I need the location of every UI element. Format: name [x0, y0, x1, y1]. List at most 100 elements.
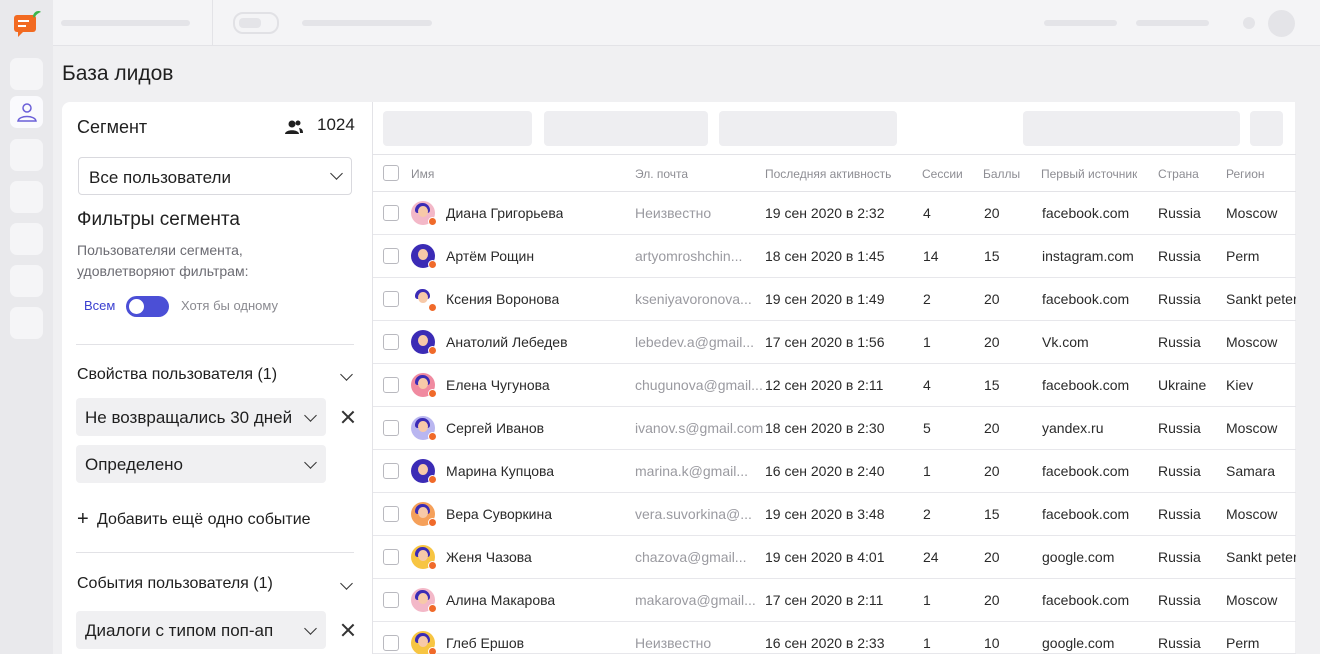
column-header[interactable]: Страна	[1158, 167, 1199, 181]
table-row[interactable]: Анатолий Лебедев lebedev.a@gmail... 17 сен…	[373, 321, 1296, 364]
rail-item-6[interactable]	[10, 265, 43, 297]
toggle-label-any[interactable]: Хотя бы одному	[181, 298, 278, 313]
add-event-button[interactable]: + Добавить ещё одно событие	[77, 508, 311, 531]
cell-name: Анатолий Лебедев	[446, 334, 568, 350]
select-all-checkbox[interactable]	[383, 165, 399, 181]
avatar	[411, 416, 437, 441]
row-checkbox[interactable]	[383, 635, 399, 651]
cell-country: Russia	[1158, 420, 1201, 436]
left-rail	[0, 0, 53, 654]
cell-region: Moscow	[1226, 205, 1278, 221]
cell-source: instagram.com	[1042, 248, 1134, 264]
cell-name: Сергей Иванов	[446, 420, 545, 436]
page-title: База лидов	[62, 62, 174, 85]
rail-item-users[interactable]	[10, 96, 43, 128]
rail-item-4[interactable]	[10, 181, 43, 213]
row-checkbox[interactable]	[383, 549, 399, 565]
cell-name: Глеб Ершов	[446, 635, 525, 651]
table-row[interactable]: Ксения Воронова kseniyavoronova... 19 сен …	[373, 278, 1296, 321]
table-row[interactable]: Алина Макарова makarova@gmail... 17 сен 20…	[373, 579, 1296, 622]
column-header[interactable]: Имя	[411, 167, 434, 181]
table-row[interactable]: Вера Суворкина vera.suvorkina@... 19 сен 2…	[373, 493, 1296, 536]
chat-logo-icon[interactable]	[12, 10, 42, 38]
column-header[interactable]: Последняя активность	[765, 167, 891, 181]
notification-dot[interactable]	[1243, 17, 1255, 29]
column-header[interactable]: Регион	[1226, 167, 1265, 181]
table-row[interactable]: Елена Чугунова chugunova@gmail... 12 сен 2…	[373, 364, 1296, 407]
cell-points: 15	[984, 506, 1000, 522]
rail-item-5[interactable]	[10, 223, 43, 255]
table-row[interactable]: Сергей Иванов ivanov.s@gmail.com 18 сен 20…	[373, 407, 1296, 450]
segment-count: 1024	[317, 115, 355, 134]
toolbar-placeholder[interactable]	[383, 111, 532, 146]
table-row[interactable]: Диана Григорьева Неизвестно 19 сен 2020 в …	[373, 192, 1296, 235]
rail-item-3[interactable]	[10, 139, 43, 171]
cell-email: chugunova@gmail...	[635, 377, 763, 393]
row-checkbox[interactable]	[383, 248, 399, 264]
cell-name: Елена Чугунова	[446, 377, 550, 393]
row-checkbox[interactable]	[383, 420, 399, 436]
property-value-select[interactable]: Определено	[76, 445, 326, 483]
cell-country: Russia	[1158, 549, 1201, 565]
cell-source: facebook.com	[1042, 291, 1130, 307]
cell-country: Russia	[1158, 205, 1201, 221]
row-checkbox[interactable]	[383, 291, 399, 307]
segment-select[interactable]: Все пользователи	[78, 157, 352, 195]
property-condition-select[interactable]: Не возвращались 30 дней	[76, 398, 326, 436]
chevron-down-icon[interactable]	[340, 577, 353, 590]
table-row[interactable]: Артём Рощин artyomroshchin... 18 сен 2020 …	[373, 235, 1296, 278]
column-header[interactable]: Сессии	[922, 167, 963, 181]
cell-email: makarova@gmail...	[635, 592, 756, 608]
cell-country: Russia	[1158, 334, 1201, 350]
cell-email: lebedev.a@gmail...	[635, 334, 755, 350]
row-checkbox[interactable]	[383, 377, 399, 393]
column-header[interactable]: Баллы	[983, 167, 1020, 181]
toggle-label-all[interactable]: Всем	[84, 298, 115, 313]
match-toggle[interactable]	[126, 296, 169, 317]
toolbar-placeholder[interactable]	[544, 111, 708, 146]
avatar	[411, 545, 437, 570]
column-header[interactable]: Эл. почта	[635, 167, 688, 181]
row-checkbox[interactable]	[383, 592, 399, 608]
cell-source: facebook.com	[1042, 506, 1130, 522]
rail-item-7[interactable]	[10, 307, 43, 339]
cell-last-activity: 19 сен 2020 в 2:32	[765, 205, 885, 221]
column-header[interactable]: Первый источник	[1041, 167, 1137, 181]
cell-name: Вера Суворкина	[446, 506, 553, 522]
topbar-separator	[212, 0, 213, 46]
cell-last-activity: 19 сен 2020 в 4:01	[765, 549, 885, 565]
chevron-down-icon[interactable]	[340, 368, 353, 381]
toolbar-placeholder[interactable]	[719, 111, 897, 146]
cell-country: Russia	[1158, 506, 1201, 522]
plus-icon: +	[77, 508, 89, 530]
event-select[interactable]: Диалоги с типом поп-ап	[76, 611, 326, 649]
toolbar-placeholder[interactable]	[1250, 111, 1283, 146]
remove-property-button[interactable]	[338, 407, 358, 427]
cell-source: facebook.com	[1042, 592, 1130, 608]
event-value: Диалоги с типом поп-ап	[85, 621, 274, 640]
cell-name: Алина Макарова	[446, 592, 556, 608]
cell-email: Неизвестно	[635, 635, 712, 651]
users-group-icon	[285, 120, 303, 134]
row-checkbox[interactable]	[383, 334, 399, 350]
status-dot	[428, 346, 437, 355]
status-dot	[428, 432, 437, 441]
cell-name: Марина Купцова	[446, 463, 555, 479]
row-checkbox[interactable]	[383, 463, 399, 479]
rail-item-1[interactable]	[10, 58, 43, 90]
table-row[interactable]: Глеб Ершов Неизвестно 16 сен 2020 в 2:33 1 1…	[373, 622, 1296, 654]
user-events-title[interactable]: События пользователя (1)	[77, 575, 273, 593]
remove-event-button[interactable]	[338, 620, 358, 640]
cell-sessions: 2	[923, 506, 931, 522]
table-row[interactable]: Марина Купцова marina.k@gmail... 16 сен 20…	[373, 450, 1296, 493]
cell-region: Moscow	[1226, 592, 1278, 608]
row-checkbox[interactable]	[383, 506, 399, 522]
segment-select-value: Все пользователи	[89, 168, 231, 187]
cell-source: facebook.com	[1042, 463, 1130, 479]
cell-name: Диана Григорьева	[446, 205, 564, 221]
profile-avatar[interactable]	[1268, 10, 1295, 37]
user-properties-title[interactable]: Свойства пользователя (1)	[77, 366, 277, 384]
toolbar-placeholder[interactable]	[1023, 111, 1240, 146]
table-row[interactable]: Женя Чазова chazova@gmail... 19 сен 2020 в…	[373, 536, 1296, 579]
row-checkbox[interactable]	[383, 205, 399, 221]
